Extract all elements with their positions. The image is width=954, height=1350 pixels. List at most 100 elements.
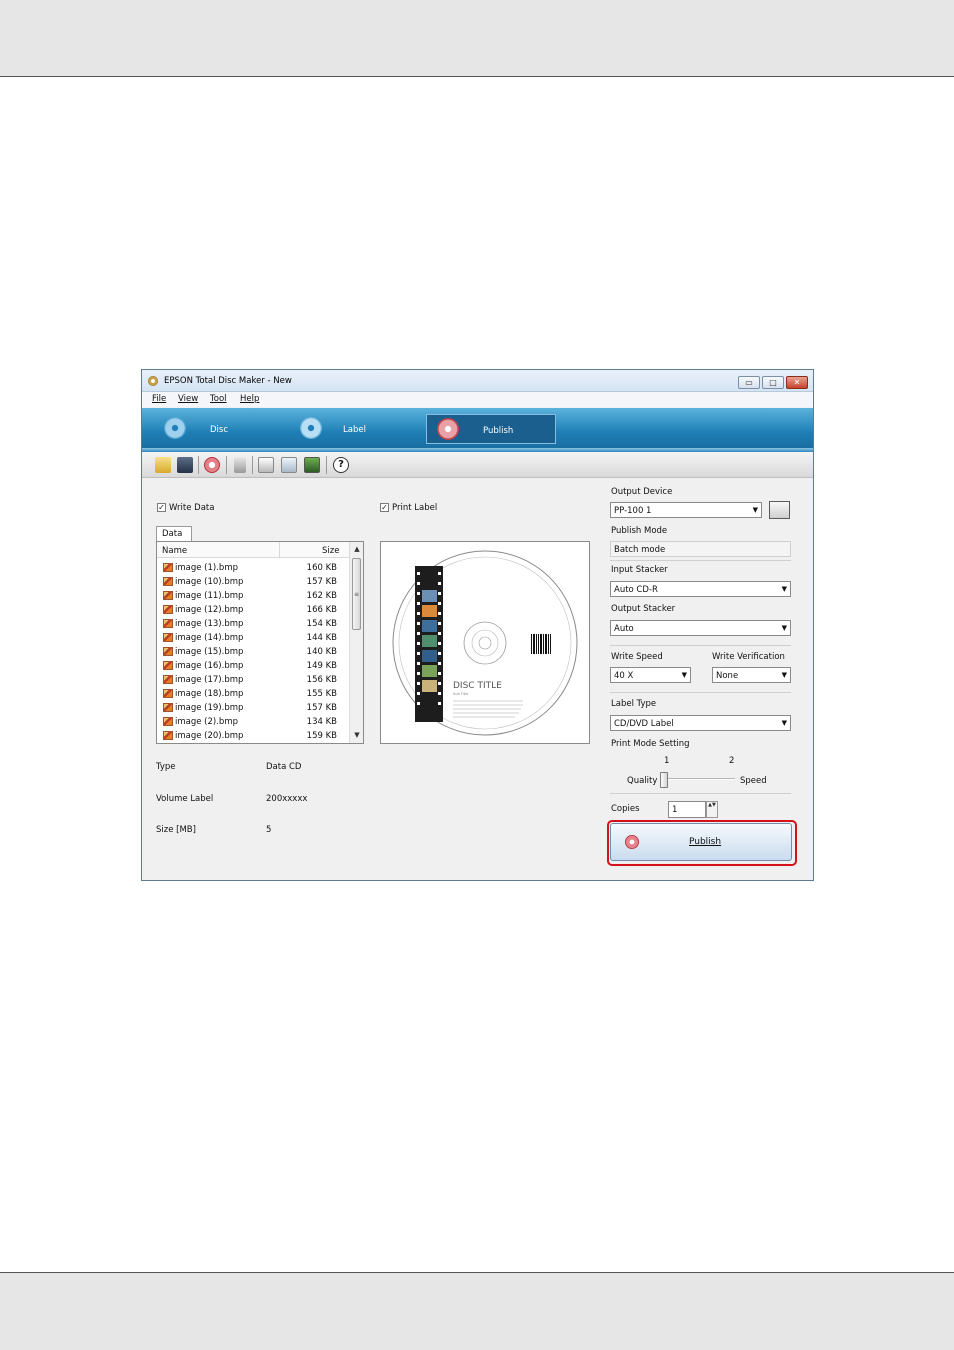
- list-item[interactable]: image (13).bmp 154 KB: [157, 617, 349, 631]
- disc-label-preview: DISC TITLE Sub Title: [392, 550, 578, 736]
- disc-title-text: DISC TITLE: [453, 681, 502, 691]
- maximize-button[interactable]: □: [762, 376, 784, 389]
- print-mode-slider[interactable]: [667, 778, 735, 780]
- app-window: EPSON Total Disc Maker - New ▭ □ ✕ File …: [141, 369, 814, 881]
- quality-label: Quality: [627, 776, 658, 786]
- file-size: 144 KB: [306, 633, 337, 643]
- list-item[interactable]: image (17).bmp 156 KB: [157, 673, 349, 687]
- bitmap-file-icon: [163, 591, 173, 600]
- bitmap-file-icon: [163, 633, 173, 642]
- label-type-label: Label Type: [611, 699, 657, 709]
- copies-label: Copies: [611, 804, 640, 814]
- write-verification-select[interactable]: None ▼: [712, 667, 791, 683]
- copies-stepper[interactable]: ▲▼: [706, 801, 718, 818]
- toolbar: ?: [142, 452, 813, 478]
- file-name: image (2).bmp: [175, 717, 238, 727]
- file-size: 155 KB: [306, 689, 337, 699]
- list-item[interactable]: image (11).bmp 162 KB: [157, 589, 349, 603]
- output-device-select[interactable]: PP-100 1 ▼: [610, 502, 762, 518]
- bitmap-file-icon: [163, 689, 173, 698]
- bitmap-file-icon: [163, 563, 173, 572]
- publish-mode-label: Publish Mode: [611, 526, 668, 536]
- list-item[interactable]: image (2).bmp 134 KB: [157, 715, 349, 729]
- list-item[interactable]: image (12).bmp 166 KB: [157, 603, 349, 617]
- menu-file[interactable]: File: [152, 394, 166, 404]
- print-label-checkbox[interactable]: ✓: [380, 503, 389, 512]
- publish-disc-icon[interactable]: [204, 457, 220, 473]
- bitmap-file-icon: [163, 675, 173, 684]
- file-name: image (13).bmp: [175, 619, 244, 629]
- file-size: 160 KB: [306, 563, 337, 573]
- output-device-label: Output Device: [611, 487, 673, 497]
- list-item[interactable]: image (19).bmp 157 KB: [157, 701, 349, 715]
- chevron-down-icon: ▼: [781, 671, 787, 679]
- print-mode-tick-2: 2: [729, 756, 735, 766]
- list-item[interactable]: image (10).bmp 157 KB: [157, 575, 349, 589]
- divider: [610, 692, 791, 693]
- publish-button[interactable]: Publish: [610, 823, 792, 861]
- file-size: 166 KB: [306, 605, 337, 615]
- scroll-down-icon[interactable]: ▼: [350, 728, 363, 742]
- list-item[interactable]: image (20).bmp 159 KB: [157, 729, 349, 743]
- write-data-checkbox[interactable]: ✓: [157, 503, 166, 512]
- tab-disc[interactable]: Disc: [160, 414, 270, 444]
- type-value: Data CD: [266, 762, 302, 772]
- print-mode-slider-thumb[interactable]: [660, 772, 668, 788]
- printer-properties-icon[interactable]: [769, 501, 790, 519]
- open-folder-icon[interactable]: [155, 457, 171, 473]
- menu-view[interactable]: View: [178, 394, 198, 404]
- file-name: image (17).bmp: [175, 675, 244, 685]
- bitmap-file-icon: [163, 577, 173, 586]
- write-verification-value: None: [716, 671, 739, 681]
- file-name: image (19).bmp: [175, 703, 244, 713]
- scroll-up-icon[interactable]: ▲: [350, 542, 363, 556]
- column-name-header[interactable]: Name: [162, 546, 187, 556]
- output-stacker-label: Output Stacker: [611, 604, 676, 614]
- list-item[interactable]: image (1).bmp 160 KB: [157, 561, 349, 575]
- print-label-label: Print Label: [392, 503, 438, 513]
- toolbar-separator: [226, 456, 227, 474]
- bitmap-file-icon: [163, 703, 173, 712]
- file-list-scrollbar[interactable]: ▲ ≡ ▼: [349, 542, 363, 743]
- minimize-button[interactable]: ▭: [738, 376, 760, 389]
- close-button[interactable]: ✕: [786, 376, 808, 389]
- bitmap-file-icon: [163, 717, 173, 726]
- file-list[interactable]: Name Size image (1).bmp 160 KB image (10)…: [156, 541, 364, 744]
- menu-tool[interactable]: Tool: [210, 394, 227, 404]
- write-speed-select[interactable]: 40 X ▼: [610, 667, 691, 683]
- tab-label[interactable]: Label: [296, 414, 406, 444]
- list-item[interactable]: image (15).bmp 140 KB: [157, 645, 349, 659]
- menu-bar: File View Tool Help: [142, 392, 813, 407]
- printer-status-icon[interactable]: [304, 457, 320, 473]
- list-item[interactable]: image (14).bmp 144 KB: [157, 631, 349, 645]
- copies-input[interactable]: 1: [668, 801, 706, 818]
- input-stacker-label: Input Stacker: [611, 565, 668, 575]
- file-name: image (14).bmp: [175, 633, 244, 643]
- label-type-select[interactable]: CD/DVD Label ▼: [610, 715, 791, 731]
- mode-tab-banner: Disc Label Publish: [142, 408, 813, 452]
- settings-wrench-icon[interactable]: [234, 457, 246, 473]
- export-icon[interactable]: [281, 457, 297, 473]
- toolbar-separator: [198, 456, 199, 474]
- list-item[interactable]: image (18).bmp 155 KB: [157, 687, 349, 701]
- print-mode-setting-label: Print Mode Setting: [611, 739, 690, 749]
- scroll-thumb[interactable]: ≡: [352, 558, 361, 630]
- output-stacker-select[interactable]: Auto ▼: [610, 620, 791, 636]
- chevron-down-icon: ▼: [781, 585, 787, 593]
- file-name: image (1).bmp: [175, 563, 238, 573]
- divider: [610, 560, 791, 561]
- import-icon[interactable]: [258, 457, 274, 473]
- file-size: 154 KB: [306, 619, 337, 629]
- column-size-header[interactable]: Size: [322, 546, 339, 556]
- list-item[interactable]: image (16).bmp 149 KB: [157, 659, 349, 673]
- menu-help[interactable]: Help: [240, 394, 259, 404]
- publish-mode-field: Batch mode: [610, 541, 791, 557]
- save-icon[interactable]: [177, 457, 193, 473]
- input-stacker-select[interactable]: Auto CD-R ▼: [610, 581, 791, 597]
- file-size: 162 KB: [306, 591, 337, 601]
- help-icon[interactable]: ?: [333, 457, 349, 473]
- tab-data[interactable]: Data: [156, 526, 192, 541]
- file-size: 134 KB: [306, 717, 337, 727]
- column-divider[interactable]: [279, 542, 280, 558]
- tab-publish[interactable]: Publish: [426, 414, 556, 444]
